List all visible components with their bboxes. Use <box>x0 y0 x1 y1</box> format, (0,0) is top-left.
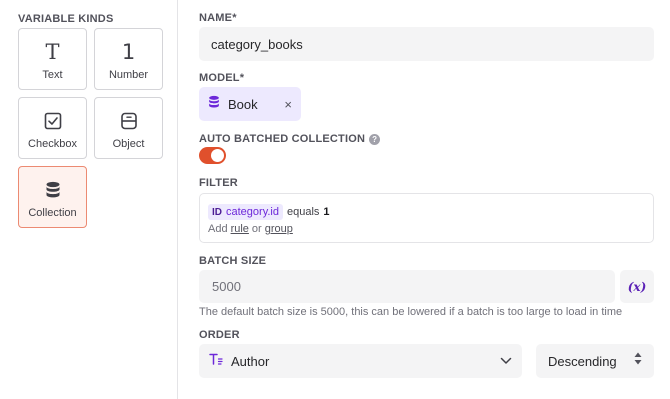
batch-size-hint: The default batch size is 5000, this can… <box>199 306 623 318</box>
filter-field-pill[interactable]: ID category.id <box>208 204 283 220</box>
model-chip[interactable]: Book × <box>199 87 301 121</box>
kind-card-object[interactable]: Object <box>94 97 163 159</box>
chevron-down-icon <box>500 352 512 370</box>
text-field-icon <box>209 352 223 370</box>
toggle-knob <box>211 149 224 162</box>
checkbox-icon <box>44 108 62 134</box>
variable-kinds-sidebar: VARIABLE KINDS T Text 1 Number Checkbox … <box>0 0 178 399</box>
variable-form: NAME* category_books MODEL* Book × AUTO … <box>199 0 659 399</box>
order-field-value: Author <box>231 353 270 369</box>
model-chip-label: Book <box>228 96 258 112</box>
name-label: NAME* <box>199 12 237 24</box>
remove-model-icon[interactable]: × <box>284 97 292 112</box>
help-icon[interactable]: ? <box>369 133 381 145</box>
batch-size-label: BATCH SIZE <box>199 255 267 267</box>
add-group-link[interactable]: group <box>265 223 293 235</box>
filter-operator[interactable]: equals <box>287 206 319 218</box>
model-label: MODEL* <box>199 72 245 84</box>
kind-card-collection[interactable]: Collection <box>18 166 87 228</box>
order-field-select[interactable]: Author <box>199 344 522 378</box>
kind-label: Number <box>108 69 149 81</box>
kind-label: Object <box>112 138 145 150</box>
number-icon: 1 <box>121 39 136 64</box>
auto-batched-toggle[interactable] <box>199 147 226 164</box>
or-text: or <box>251 223 262 235</box>
add-text: Add <box>208 223 228 235</box>
object-icon <box>120 108 138 134</box>
name-input[interactable]: category_books <box>199 27 654 61</box>
kind-label: Checkbox <box>28 138 77 150</box>
batch-size-input[interactable]: 5000 <box>199 270 615 303</box>
auto-batched-label: AUTO BATCHED COLLECTION ? <box>199 133 381 145</box>
kind-label: Text <box>42 69 63 81</box>
filter-add-row: Add rule or group <box>208 223 293 235</box>
database-icon <box>45 177 61 203</box>
auto-batched-label-text: AUTO BATCHED COLLECTION <box>199 133 366 145</box>
filter-rule[interactable]: ID category.id equals 1 <box>208 204 330 220</box>
filter-box: ID category.id equals 1 Add rule or grou… <box>199 193 654 243</box>
kind-label: Collection <box>28 207 77 219</box>
kind-card-text[interactable]: T Text <box>18 28 87 90</box>
text-icon: T <box>45 39 60 64</box>
order-direction-select[interactable]: Descending <box>536 344 654 378</box>
filter-label: FILTER <box>199 177 238 189</box>
sort-updown-icon <box>634 352 642 370</box>
add-rule-link[interactable]: rule <box>231 223 249 235</box>
sidebar-title: VARIABLE KINDS <box>18 13 114 25</box>
order-label: ORDER <box>199 329 240 341</box>
kind-card-number[interactable]: 1 Number <box>94 28 163 90</box>
kind-card-checkbox[interactable]: Checkbox <box>18 97 87 159</box>
database-icon <box>208 95 220 114</box>
filter-field: category.id <box>226 206 279 218</box>
filter-value[interactable]: 1 <box>323 206 329 218</box>
id-tag: ID <box>212 206 222 218</box>
insert-variable-button[interactable]: (x) <box>620 270 654 303</box>
order-direction-value: Descending <box>548 353 617 369</box>
